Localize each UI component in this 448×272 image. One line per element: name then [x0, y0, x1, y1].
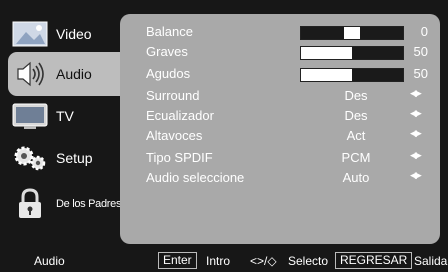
sidebar-item-label: De los Padres [56, 198, 122, 210]
tv-icon [12, 100, 48, 132]
gears-icon [12, 142, 48, 174]
setting-label: Graves [146, 44, 188, 59]
sidebar-item-audio[interactable]: Audio [8, 52, 132, 96]
setting-value: Act [346, 128, 366, 143]
setting-row-agudos[interactable]: Agudos 50 [120, 64, 440, 84]
sidebar-item-video[interactable]: Video [8, 12, 122, 56]
enter-key: Enter [158, 252, 197, 269]
left-right-arrows-icon[interactable]: ◀▶ [410, 108, 422, 119]
left-right-arrows-icon[interactable]: ◀▶ [410, 88, 422, 99]
graves-slider[interactable] [300, 46, 404, 60]
settings-panel: Balance 0 Graves 50 Agudos 50 Surround D… [120, 14, 440, 244]
lock-icon [12, 188, 48, 220]
video-icon [12, 18, 48, 50]
sidebar-item-parental[interactable]: De los Padres [8, 182, 122, 226]
sidebar-item-label: Audio [56, 66, 92, 82]
setting-label: Ecualizador [146, 108, 214, 123]
enter-action: Intro [206, 254, 231, 268]
sidebar: Video Audio TV Setup De los Padres [0, 0, 132, 244]
setting-value: 50 [413, 66, 428, 81]
setting-row-balance[interactable]: Balance 0 [120, 22, 440, 42]
sidebar-item-setup[interactable]: Setup [8, 136, 122, 180]
setting-label: Surround [146, 88, 200, 103]
setting-row-tipo-spdif[interactable]: Tipo SPDIF PCM ◀▶ [120, 148, 440, 168]
balance-slider[interactable] [300, 26, 404, 40]
agudos-slider[interactable] [300, 68, 404, 82]
setting-row-ecualizador[interactable]: Ecualizador Des ◀▶ [120, 106, 440, 126]
setting-label: Balance [146, 24, 193, 39]
back-key: REGRESAR [335, 252, 413, 269]
setting-label: Altavoces [146, 128, 203, 143]
graves-fill [301, 47, 352, 59]
footer-current-menu: Audio [34, 254, 65, 268]
setting-value: Des [344, 88, 368, 103]
setting-row-altavoces[interactable]: Altavoces Act ◀▶ [120, 126, 440, 146]
sidebar-item-tv[interactable]: TV [8, 94, 122, 138]
footer-hints: Audio Enter Intro <>/◇ Selecto REGRESAR … [0, 248, 448, 272]
back-action: Salida [414, 254, 448, 268]
setting-label: Audio seleccione [146, 170, 245, 185]
tv-menu-screen: Video Audio TV Setup De los Padres Balan… [0, 0, 448, 272]
setting-row-surround[interactable]: Surround Des ◀▶ [120, 86, 440, 106]
balance-marker [344, 27, 360, 39]
setting-row-audio-seleccione[interactable]: Audio seleccione Auto ◀▶ [120, 168, 440, 188]
setting-row-graves[interactable]: Graves 50 [120, 42, 440, 62]
speaker-icon [12, 58, 48, 90]
sidebar-item-label: TV [56, 108, 74, 124]
nav-keys: <>/◇ [250, 254, 277, 268]
setting-value: Des [344, 108, 368, 123]
left-right-arrows-icon[interactable]: ◀▶ [410, 150, 422, 161]
setting-value: PCM [341, 150, 371, 165]
setting-label: Tipo SPDIF [146, 150, 213, 165]
setting-value: 0 [420, 24, 428, 39]
left-right-arrows-icon[interactable]: ◀▶ [410, 128, 422, 139]
left-right-arrows-icon[interactable]: ◀▶ [410, 170, 422, 181]
agudos-fill [301, 69, 352, 81]
nav-action: Selecto [288, 254, 329, 268]
setting-value: Auto [342, 170, 370, 185]
setting-label: Agudos [146, 66, 191, 81]
setting-value: 50 [413, 44, 428, 59]
sidebar-item-label: Setup [56, 150, 93, 166]
sidebar-item-label: Video [56, 26, 92, 42]
